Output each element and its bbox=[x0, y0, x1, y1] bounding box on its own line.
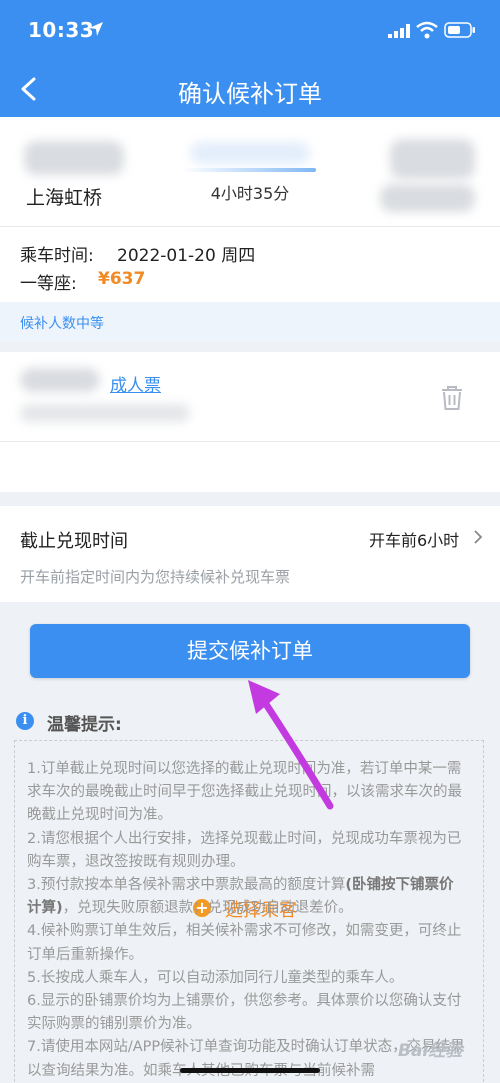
tip-item-3-tail: ，兑现失败原额退款；兑现成功自动退差价。 bbox=[62, 900, 353, 917]
arrival-station-redacted bbox=[380, 184, 475, 212]
wifi-icon bbox=[416, 21, 438, 39]
select-passenger-button[interactable]: + 选择乘客 bbox=[0, 442, 500, 921]
trash-icon[interactable] bbox=[440, 385, 464, 411]
submit-order-button[interactable]: 提交候补订单 bbox=[30, 624, 470, 678]
info-icon: i bbox=[16, 712, 34, 730]
divider bbox=[0, 226, 500, 227]
battery-icon bbox=[444, 22, 475, 38]
tip-item-2: 2.请您根据个人出行安排，选择兑现截止时间，兑现成功车票视为已购车票，退改签按既… bbox=[27, 830, 462, 870]
status-time: 10:33 bbox=[28, 18, 95, 42]
tip-item-6: 6.显示的卧铺票价均为上铺票价，供您参考。具体票价以您确认支付实际购票的铺别票价… bbox=[27, 993, 462, 1033]
cellular-signal-icon bbox=[388, 24, 410, 38]
ticket-type-link[interactable]: 成人票 bbox=[110, 371, 161, 396]
tip-item-4: 4.候补购票订单生效后，相关候补需求不可修改，如需变更，可终止订单后重新操作。 bbox=[27, 923, 462, 963]
ride-time-label: 乘车时间: bbox=[20, 246, 94, 266]
nav-bar: 确认候补订单 bbox=[0, 62, 500, 117]
deadline-description: 开车前指定时间内为您持续候补兑现车票 bbox=[20, 568, 291, 586]
journey-arrow bbox=[182, 168, 316, 172]
travel-duration: 4小时35分 bbox=[210, 184, 290, 203]
deadline-row[interactable] bbox=[0, 506, 500, 602]
page-title: 确认候补订单 bbox=[178, 80, 322, 108]
home-indicator bbox=[180, 1068, 320, 1073]
queue-status-strip: 候补人数中等 bbox=[0, 302, 500, 342]
tip-item-3: 3.预付款按本单各候补需求中票款最高的额度计算(卧铺按下铺票价计算)，兑现失败原… bbox=[27, 874, 467, 920]
status-bar: 10:33 bbox=[0, 0, 500, 62]
tip-item-3-text: 3.预付款按本单各候补需求中票款最高的额度计算 bbox=[27, 877, 346, 894]
annotation-arrow-icon bbox=[248, 680, 334, 810]
ride-date: 2022-01-20 周四 bbox=[117, 246, 256, 266]
train-number-redacted bbox=[190, 142, 310, 164]
deadline-value[interactable]: 开车前6小时 bbox=[369, 527, 459, 551]
arrival-time-redacted bbox=[390, 139, 475, 179]
queue-status: 候补人数中等 bbox=[20, 316, 104, 332]
tips-title: 温馨提示: bbox=[47, 715, 122, 735]
passenger-name-redacted bbox=[20, 368, 100, 392]
chevron-right-icon bbox=[474, 530, 483, 544]
location-arrow-icon bbox=[89, 22, 103, 36]
seat-class-label: 一等座: bbox=[20, 274, 77, 294]
tip-item-5: 5.长按成人乘车人，可以自动添加同行儿童类型的乘车人。 bbox=[27, 969, 404, 986]
seat-price: ¥637 bbox=[98, 269, 146, 289]
watermark: Bai经验 bbox=[398, 1041, 463, 1061]
deadline-title: 截止兑现时间 bbox=[20, 531, 128, 552]
passenger-id-redacted bbox=[20, 404, 190, 422]
departure-station: 上海虹桥 bbox=[26, 187, 103, 209]
departure-time-redacted bbox=[24, 141, 124, 175]
